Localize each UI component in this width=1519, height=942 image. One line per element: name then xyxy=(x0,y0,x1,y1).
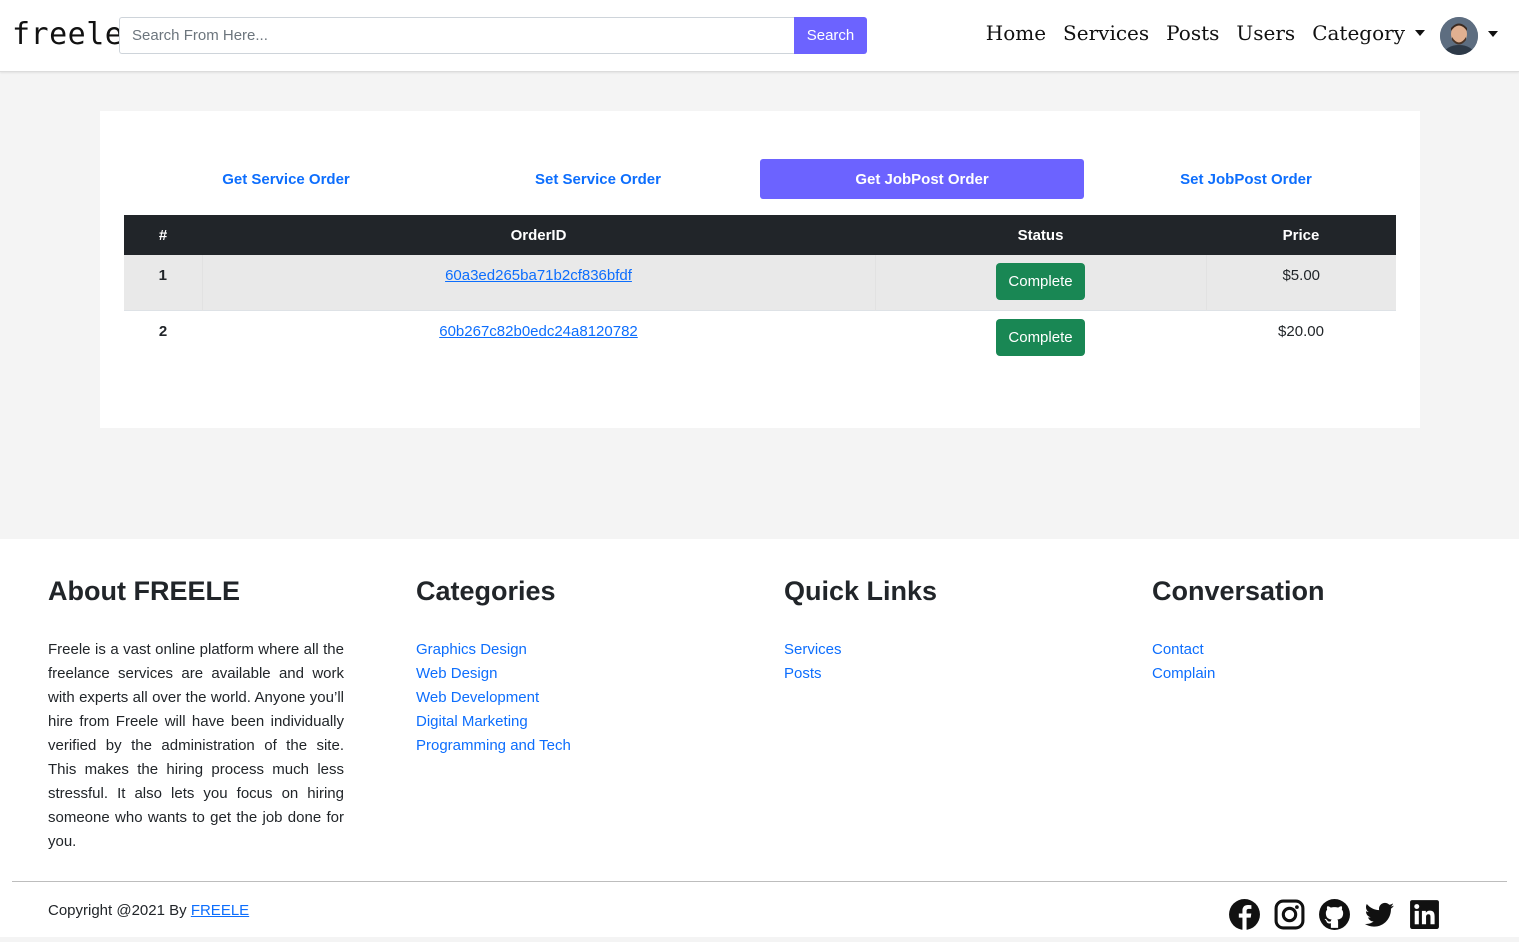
table-header-row: # OrderID Status Price xyxy=(124,215,1396,255)
order-tabs: Get Service Order Set Service Order Get … xyxy=(124,159,1396,199)
nav-links: Home Services Posts Users Category xyxy=(986,21,1425,45)
about-text: Freele is a vast online platform where a… xyxy=(48,641,344,850)
nav-link-users[interactable]: Users xyxy=(1236,21,1295,45)
quick-link-posts[interactable]: Posts xyxy=(784,665,822,682)
category-link-programming[interactable]: Programming and Tech xyxy=(416,737,571,754)
table-row: 2 60b267c82b0edc24a8120782 Complete $20.… xyxy=(124,309,1396,365)
footer-conversation: Conversation Contact Complain xyxy=(1152,571,1325,686)
nav-link-posts[interactable]: Posts xyxy=(1166,21,1219,45)
conv-link-contact[interactable]: Contact xyxy=(1152,641,1204,658)
chevron-down-icon[interactable] xyxy=(1488,31,1498,37)
nav-link-services[interactable]: Services xyxy=(1063,21,1149,45)
user-avatar[interactable] xyxy=(1440,17,1478,55)
conversation-list: Contact Complain xyxy=(1152,638,1325,686)
chevron-down-icon xyxy=(1415,30,1425,36)
row-num: 1 xyxy=(124,255,203,310)
orders-table: # OrderID Status Price 1 60a3ed265ba71b2… xyxy=(124,215,1396,365)
tab-get-service-order[interactable]: Get Service Order xyxy=(124,159,448,199)
brand-logo[interactable]: freele xyxy=(12,17,123,52)
tab-set-jobpost-order[interactable]: Set JobPost Order xyxy=(1084,159,1408,199)
search-input[interactable] xyxy=(119,17,794,54)
categories-title: Categories xyxy=(416,576,556,606)
category-link-web-development[interactable]: Web Development xyxy=(416,689,539,706)
col-header-status: Status xyxy=(875,215,1206,255)
nav-link-category[interactable]: Category xyxy=(1312,21,1425,45)
twitter-icon[interactable] xyxy=(1363,898,1396,931)
price-cell: $20.00 xyxy=(1206,309,1396,365)
copyright-text: Copyright @2021 By xyxy=(48,902,191,919)
footer-categories: Categories Graphics Design Web Design We… xyxy=(416,571,571,758)
tab-set-service-order[interactable]: Set Service Order xyxy=(436,159,760,199)
footer-divider xyxy=(12,881,1507,882)
status-cell: Complete xyxy=(875,255,1207,310)
nav-link-category-label: Category xyxy=(1312,21,1405,45)
order-id-cell: 60b267c82b0edc24a8120782 xyxy=(202,309,875,365)
price-cell: $5.00 xyxy=(1206,255,1396,310)
row-num: 2 xyxy=(124,309,202,365)
footer-quick-links: Quick Links Services Posts xyxy=(784,571,937,686)
order-id-link[interactable]: 60a3ed265ba71b2cf836bfdf xyxy=(445,267,632,284)
col-header-order-id: OrderID xyxy=(202,215,875,255)
footer-about: About FREELE Freele is a vast online pla… xyxy=(48,571,344,854)
status-cell: Complete xyxy=(875,309,1206,365)
quick-links-title: Quick Links xyxy=(784,576,938,606)
social-links xyxy=(1228,898,1441,931)
conversation-title: Conversation xyxy=(1152,576,1325,606)
category-link-digital-marketing[interactable]: Digital Marketing xyxy=(416,713,528,730)
footer: About FREELE Freele is a vast online pla… xyxy=(0,539,1519,937)
status-button[interactable]: Complete xyxy=(996,318,1085,356)
col-header-price: Price xyxy=(1206,215,1396,255)
orders-card: Get Service Order Set Service Order Get … xyxy=(100,111,1420,428)
copyright: Copyright @2021 By FREELE xyxy=(48,902,249,919)
col-header-num: # xyxy=(124,215,202,255)
status-button[interactable]: Complete xyxy=(996,263,1085,300)
category-link-web-design[interactable]: Web Design xyxy=(416,665,497,682)
order-id-cell: 60a3ed265ba71b2cf836bfdf xyxy=(202,255,876,310)
category-link-graphics-design[interactable]: Graphics Design xyxy=(416,641,527,658)
linkedin-icon[interactable] xyxy=(1408,898,1441,931)
nav-link-home[interactable]: Home xyxy=(986,21,1046,45)
conv-link-complain[interactable]: Complain xyxy=(1152,665,1215,682)
about-title: About FREELE xyxy=(48,576,240,606)
quick-link-services[interactable]: Services xyxy=(784,641,842,658)
categories-list: Graphics Design Web Design Web Developme… xyxy=(416,638,571,758)
facebook-icon[interactable] xyxy=(1228,898,1261,931)
quick-links-list: Services Posts xyxy=(784,638,937,686)
github-icon[interactable] xyxy=(1318,898,1351,931)
navbar: freele Search Home Services Posts Users … xyxy=(0,0,1519,72)
search-button[interactable]: Search xyxy=(794,17,867,54)
instagram-icon[interactable] xyxy=(1273,898,1306,931)
order-id-link[interactable]: 60b267c82b0edc24a8120782 xyxy=(439,323,638,340)
copyright-link[interactable]: FREELE xyxy=(191,902,249,919)
tab-get-jobpost-order[interactable]: Get JobPost Order xyxy=(760,159,1084,199)
table-row: 1 60a3ed265ba71b2cf836bfdf Complete $5.0… xyxy=(124,255,1396,310)
